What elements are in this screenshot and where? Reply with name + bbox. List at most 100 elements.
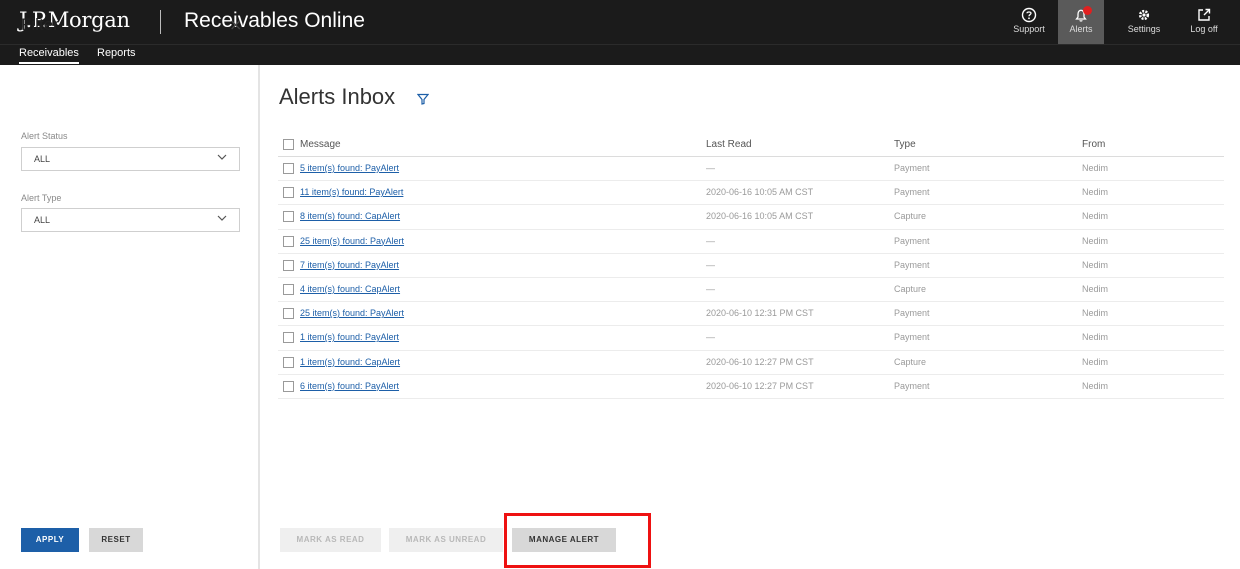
from-cell: Nedim bbox=[1082, 332, 1109, 343]
message-link[interactable]: 7 item(s) found: PayAlert bbox=[300, 260, 399, 270]
from-cell: Nedim bbox=[1082, 163, 1109, 173]
type-cell: Payment bbox=[894, 308, 930, 319]
row-checkbox[interactable] bbox=[283, 211, 294, 223]
alert-status-select[interactable]: ALL bbox=[21, 147, 240, 171]
select-all-checkbox[interactable] bbox=[283, 139, 294, 150]
support-button[interactable]: Support bbox=[1006, 0, 1052, 44]
table-row: 5 item(s) found: PayAlert — Payment Nedi… bbox=[278, 157, 1224, 182]
apply-button[interactable]: APPLY bbox=[21, 528, 79, 552]
table-row: 25 item(s) found: PayAlert — Payment Ned… bbox=[278, 230, 1224, 254]
table-row: 1 item(s) found: CapAlert 2020-06-10 12:… bbox=[278, 351, 1224, 375]
alerts-button[interactable]: Alerts bbox=[1058, 0, 1104, 44]
column-header-last-read[interactable]: Last Read bbox=[706, 139, 752, 150]
row-checkbox[interactable] bbox=[283, 163, 294, 174]
subnav-receivables[interactable]: Receivables bbox=[19, 47, 79, 64]
logoff-label: Log off bbox=[1190, 24, 1218, 34]
type-cell: Payment bbox=[894, 187, 930, 198]
message-link[interactable]: 4 item(s) found: CapAlert bbox=[300, 284, 400, 294]
help-icon bbox=[1021, 7, 1037, 23]
support-label: Support bbox=[1013, 24, 1045, 34]
reset-button[interactable]: RESET bbox=[89, 528, 143, 552]
last-read-cell: — bbox=[706, 259, 715, 270]
last-read-cell: 2020-06-10 12:27 PM CST bbox=[706, 380, 814, 391]
last-read-cell: — bbox=[706, 332, 715, 343]
type-cell: Capture bbox=[894, 283, 927, 294]
type-cell: Payment bbox=[894, 163, 930, 173]
app-title: Receivables Online bbox=[184, 9, 365, 32]
table-row: 25 item(s) found: PayAlert 2020-06-10 12… bbox=[278, 302, 1224, 327]
type-cell: Capture bbox=[894, 356, 927, 367]
from-cell: Nedim bbox=[1082, 211, 1109, 222]
table-row: 11 item(s) found: PayAlert 2020-06-16 10… bbox=[278, 181, 1224, 206]
type-cell: Payment bbox=[894, 259, 930, 270]
filter-icon[interactable] bbox=[417, 93, 429, 105]
filter-title: Filter bbox=[21, 15, 59, 34]
manage-alert-button[interactable]: MANAGE ALERT bbox=[512, 528, 616, 552]
chevron-down-icon bbox=[217, 215, 227, 221]
message-link[interactable]: 5 item(s) found: PayAlert bbox=[300, 163, 399, 173]
message-link[interactable]: 1 item(s) found: CapAlert bbox=[300, 357, 400, 367]
table-row: 1 item(s) found: PayAlert — Payment Nedi… bbox=[278, 326, 1224, 351]
last-read-cell: 2020-06-16 10:05 AM CST bbox=[706, 187, 814, 198]
type-cell: Capture bbox=[894, 211, 927, 222]
table-row: 4 item(s) found: CapAlert — Capture Nedi… bbox=[278, 278, 1224, 303]
row-checkbox[interactable] bbox=[283, 380, 294, 392]
row-checkbox[interactable] bbox=[283, 283, 294, 295]
last-read-cell: — bbox=[706, 235, 715, 246]
table-row: 7 item(s) found: PayAlert — Payment Nedi… bbox=[278, 254, 1224, 278]
last-read-cell: 2020-06-10 12:27 PM CST bbox=[706, 356, 814, 367]
settings-label: Settings bbox=[1127, 24, 1161, 34]
gear-icon bbox=[1138, 9, 1150, 21]
alert-status-label: Alert Status bbox=[21, 131, 68, 141]
sub-navigation: Receivables Reports bbox=[0, 44, 1240, 65]
from-cell: Nedim bbox=[1082, 259, 1109, 270]
chevron-down-icon bbox=[217, 154, 227, 160]
mark-as-read-button[interactable]: MARK AS READ bbox=[280, 528, 381, 552]
table-row: 8 item(s) found: CapAlert 2020-06-16 10:… bbox=[278, 205, 1224, 230]
last-read-cell: 2020-06-16 10:05 AM CST bbox=[706, 211, 814, 222]
alerts-label: Alerts bbox=[1069, 24, 1093, 34]
alerts-table: Message Last Read Type From 5 item(s) fo… bbox=[278, 133, 1224, 399]
row-checkbox[interactable] bbox=[283, 235, 294, 247]
logoff-icon bbox=[1198, 8, 1211, 21]
page-title: Alerts Inbox bbox=[279, 84, 396, 109]
message-link[interactable]: 25 item(s) found: PayAlert bbox=[300, 236, 404, 246]
message-link[interactable]: 8 item(s) found: CapAlert bbox=[300, 211, 400, 221]
type-cell: Payment bbox=[894, 235, 930, 246]
mark-as-unread-button[interactable]: MARK AS UNREAD bbox=[389, 528, 503, 552]
message-link[interactable]: 25 item(s) found: PayAlert bbox=[300, 308, 404, 318]
row-checkbox[interactable] bbox=[283, 187, 294, 199]
message-link[interactable]: 1 item(s) found: PayAlert bbox=[300, 332, 399, 342]
message-link[interactable]: 6 item(s) found: PayAlert bbox=[300, 381, 399, 391]
type-cell: Payment bbox=[894, 380, 930, 391]
table-row: 6 item(s) found: PayAlert 2020-06-10 12:… bbox=[278, 375, 1224, 399]
close-filter-icon[interactable]: × bbox=[229, 15, 242, 34]
row-checkbox[interactable] bbox=[283, 259, 294, 271]
last-read-cell: — bbox=[706, 283, 715, 294]
top-bar: J.P.Morgan Receivables Online Support Al… bbox=[0, 0, 1240, 44]
table-header: Message Last Read Type From bbox=[278, 133, 1224, 157]
from-cell: Nedim bbox=[1082, 356, 1109, 367]
message-link[interactable]: 11 item(s) found: PayAlert bbox=[300, 187, 403, 197]
last-read-cell: — bbox=[706, 163, 715, 173]
from-cell: Nedim bbox=[1082, 380, 1109, 391]
subnav-reports[interactable]: Reports bbox=[97, 47, 136, 62]
alert-type-value: ALL bbox=[34, 215, 51, 225]
last-read-cell: 2020-06-10 12:31 PM CST bbox=[706, 308, 814, 319]
settings-button[interactable]: Settings bbox=[1121, 0, 1167, 44]
column-header-message[interactable]: Message bbox=[300, 139, 341, 150]
from-cell: Nedim bbox=[1082, 235, 1109, 246]
column-header-type[interactable]: Type bbox=[894, 139, 916, 150]
from-cell: Nedim bbox=[1082, 187, 1109, 198]
logoff-button[interactable]: Log off bbox=[1181, 0, 1227, 44]
row-checkbox[interactable] bbox=[283, 356, 294, 368]
alert-status-value: ALL bbox=[34, 154, 51, 164]
row-checkbox[interactable] bbox=[283, 308, 294, 320]
alert-type-select[interactable]: ALL bbox=[21, 208, 240, 232]
from-cell: Nedim bbox=[1082, 283, 1109, 294]
column-header-from[interactable]: From bbox=[1082, 139, 1105, 150]
row-checkbox[interactable] bbox=[283, 332, 294, 344]
type-cell: Payment bbox=[894, 332, 930, 343]
alert-count-badge bbox=[1083, 6, 1092, 15]
from-cell: Nedim bbox=[1082, 308, 1109, 319]
